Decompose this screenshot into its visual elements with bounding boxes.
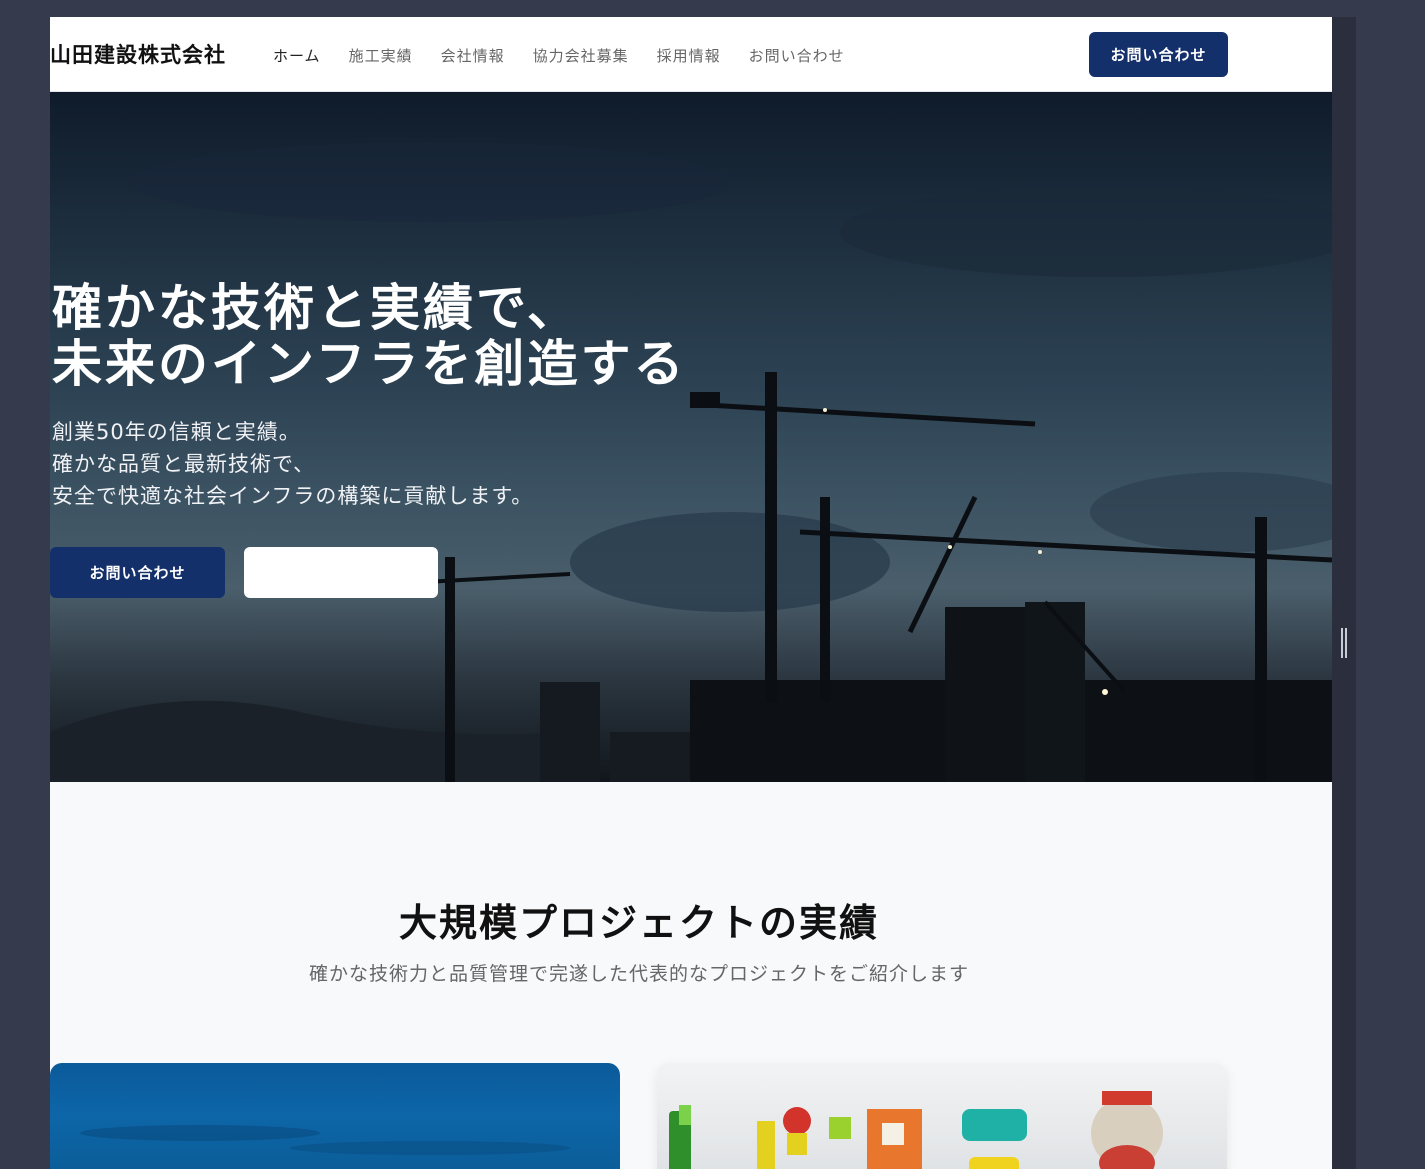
- browser-viewport: 山田建設株式会社 ホーム 施工実績 会社情報 協力会社募集 採用情報 お問い合わ…: [50, 17, 1332, 1169]
- site-header: 山田建設株式会社 ホーム 施工実績 会社情報 協力会社募集 採用情報 お問い合わ…: [50, 17, 1332, 92]
- projects-section-subtitle: 確かな技術力と品質管理で完遂した代表的なプロジェクトをご紹介します: [308, 963, 969, 985]
- nav-company[interactable]: 会社情報: [441, 45, 505, 66]
- nav-works[interactable]: 施工実績: [349, 45, 413, 66]
- company-logo[interactable]: 山田建設株式会社: [50, 39, 226, 69]
- hero-title-line1: 確かな技術と実績で、: [52, 279, 580, 337]
- hero-title: 確かな技術と実績で、 未来のインフラを創造する: [52, 280, 687, 392]
- hero-section: 確かな技術と実績で、 未来のインフラを創造する 創業50年の信頼と実績。 確かな…: [50, 92, 1332, 782]
- projects-section-title: 大規模プロジェクトの実績: [398, 901, 879, 945]
- main-nav: ホーム 施工実績 会社情報 協力会社募集 採用情報 お問い合わせ: [273, 45, 845, 66]
- hero-contact-button[interactable]: お問い合わせ: [50, 547, 225, 598]
- hero-subtitle: 創業50年の信頼と実績。 確かな品質と最新技術で、 安全で快適な社会インフラの構…: [52, 416, 533, 512]
- hero-secondary-button[interactable]: [244, 547, 438, 598]
- hero-sub-line1: 創業50年の信頼と実績。: [52, 420, 301, 444]
- nav-partners[interactable]: 協力会社募集: [533, 45, 629, 66]
- project-card-1-image: [80, 1125, 570, 1155]
- resize-handle-icon[interactable]: [1341, 628, 1347, 658]
- hero-title-line2: 未来のインフラを創造する: [52, 335, 687, 393]
- project-card-2-image: [669, 1091, 1163, 1169]
- nav-contact[interactable]: お問い合わせ: [749, 45, 845, 66]
- nav-recruit[interactable]: 採用情報: [657, 45, 721, 66]
- hero-sub-line3: 安全で快適な社会インフラの構築に貢献します。: [52, 484, 534, 508]
- header-contact-button[interactable]: お問い合わせ: [1089, 32, 1228, 77]
- hero-sub-line2: 確かな品質と最新技術で、: [52, 452, 316, 476]
- nav-home[interactable]: ホーム: [273, 45, 321, 66]
- scrollbar-gutter[interactable]: [1332, 17, 1356, 1169]
- project-card-1[interactable]: [50, 1063, 620, 1169]
- project-card-2[interactable]: [657, 1063, 1227, 1169]
